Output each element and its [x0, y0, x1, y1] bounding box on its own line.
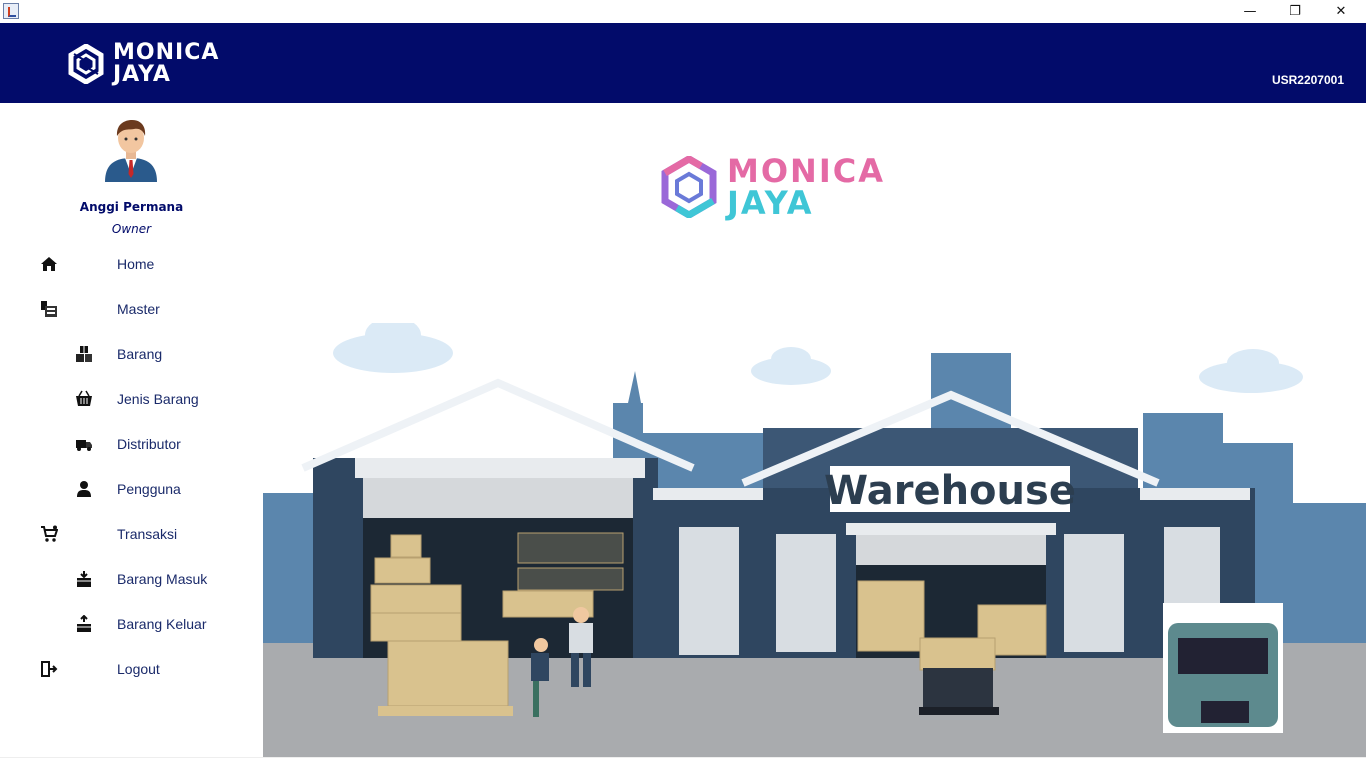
close-button[interactable]: ✕	[1318, 0, 1364, 23]
box-in-icon	[77, 571, 91, 587]
home-icon	[41, 257, 57, 271]
sidebar: Anggi Permana Owner Home Master Barang J…	[0, 103, 263, 768]
cart-icon	[41, 525, 58, 542]
menu-item-barang[interactable]: Barang	[0, 336, 263, 372]
menu-label-logout: Logout	[117, 661, 160, 677]
menu-item-barang-keluar[interactable]: Barang Keluar	[0, 606, 263, 642]
app-header: MONICA JAYA USR2207001	[0, 23, 1366, 103]
profile-name: Anggi Permana	[79, 200, 184, 214]
menu-label-barang-keluar: Barang Keluar	[117, 616, 207, 632]
menu-label-master: Master	[117, 301, 160, 317]
warehouse-illustration: Warehouse	[263, 323, 1366, 757]
menu-label-barang: Barang	[117, 346, 163, 362]
user-icon	[77, 481, 91, 497]
menu-item-barang-masuk[interactable]: Barang Masuk	[0, 561, 263, 597]
maximize-button[interactable]: ❐	[1272, 0, 1318, 23]
menu-label-pengguna: Pengguna	[117, 481, 181, 497]
menu-label-barang-masuk: Barang Masuk	[117, 571, 208, 587]
menu-label-home: Home	[117, 256, 155, 272]
center-logo-line2: JAYA	[727, 184, 814, 222]
menu-item-master[interactable]: Master	[0, 291, 263, 327]
brand-line1: MONICA	[113, 40, 220, 65]
brand-logo-icon	[68, 44, 104, 84]
box-out-icon	[77, 615, 91, 632]
java-app-icon	[3, 3, 19, 19]
truck-icon	[76, 440, 92, 451]
main-content: MONICA JAYA Warehouse	[263, 103, 1366, 757]
center-logo: MONICA JAYA	[661, 155, 885, 219]
logout-icon	[41, 661, 58, 677]
profile-role: Owner	[111, 222, 152, 236]
minimize-button[interactable]: —	[1227, 0, 1273, 23]
avatar	[105, 120, 157, 182]
menu-item-pengguna[interactable]: Pengguna	[0, 471, 263, 507]
menu-label-jenis-barang: Jenis Barang	[117, 391, 199, 407]
menu-item-home[interactable]: Home	[0, 246, 263, 282]
menu-item-jenis-barang[interactable]: Jenis Barang	[0, 381, 263, 417]
basket-icon	[76, 390, 92, 406]
monica-jaya-logo-icon	[661, 156, 717, 218]
menu-item-transaksi[interactable]: Transaksi	[0, 516, 263, 552]
menu-item-distributor[interactable]: Distributor	[0, 426, 263, 462]
bottom-strip	[0, 757, 1366, 768]
menu-item-logout[interactable]: Logout	[0, 651, 263, 687]
menu-label-transaksi: Transaksi	[117, 526, 178, 542]
boxes-icon	[76, 346, 92, 362]
brand-text: MONICA JAYA	[113, 42, 219, 86]
user-id-label: USR2207001	[1271, 73, 1344, 87]
warehouse-sign: Warehouse	[824, 468, 1076, 514]
window-title-bar: — ❐ ✕	[0, 0, 1366, 23]
header-brand: MONICA JAYA	[68, 42, 219, 86]
menu-label-distributor: Distributor	[117, 436, 181, 452]
master-icon	[41, 301, 57, 317]
brand-line2: JAYA	[113, 62, 171, 87]
center-logo-line1: MONICA	[727, 152, 885, 190]
center-logo-text: MONICA JAYA	[727, 155, 885, 219]
